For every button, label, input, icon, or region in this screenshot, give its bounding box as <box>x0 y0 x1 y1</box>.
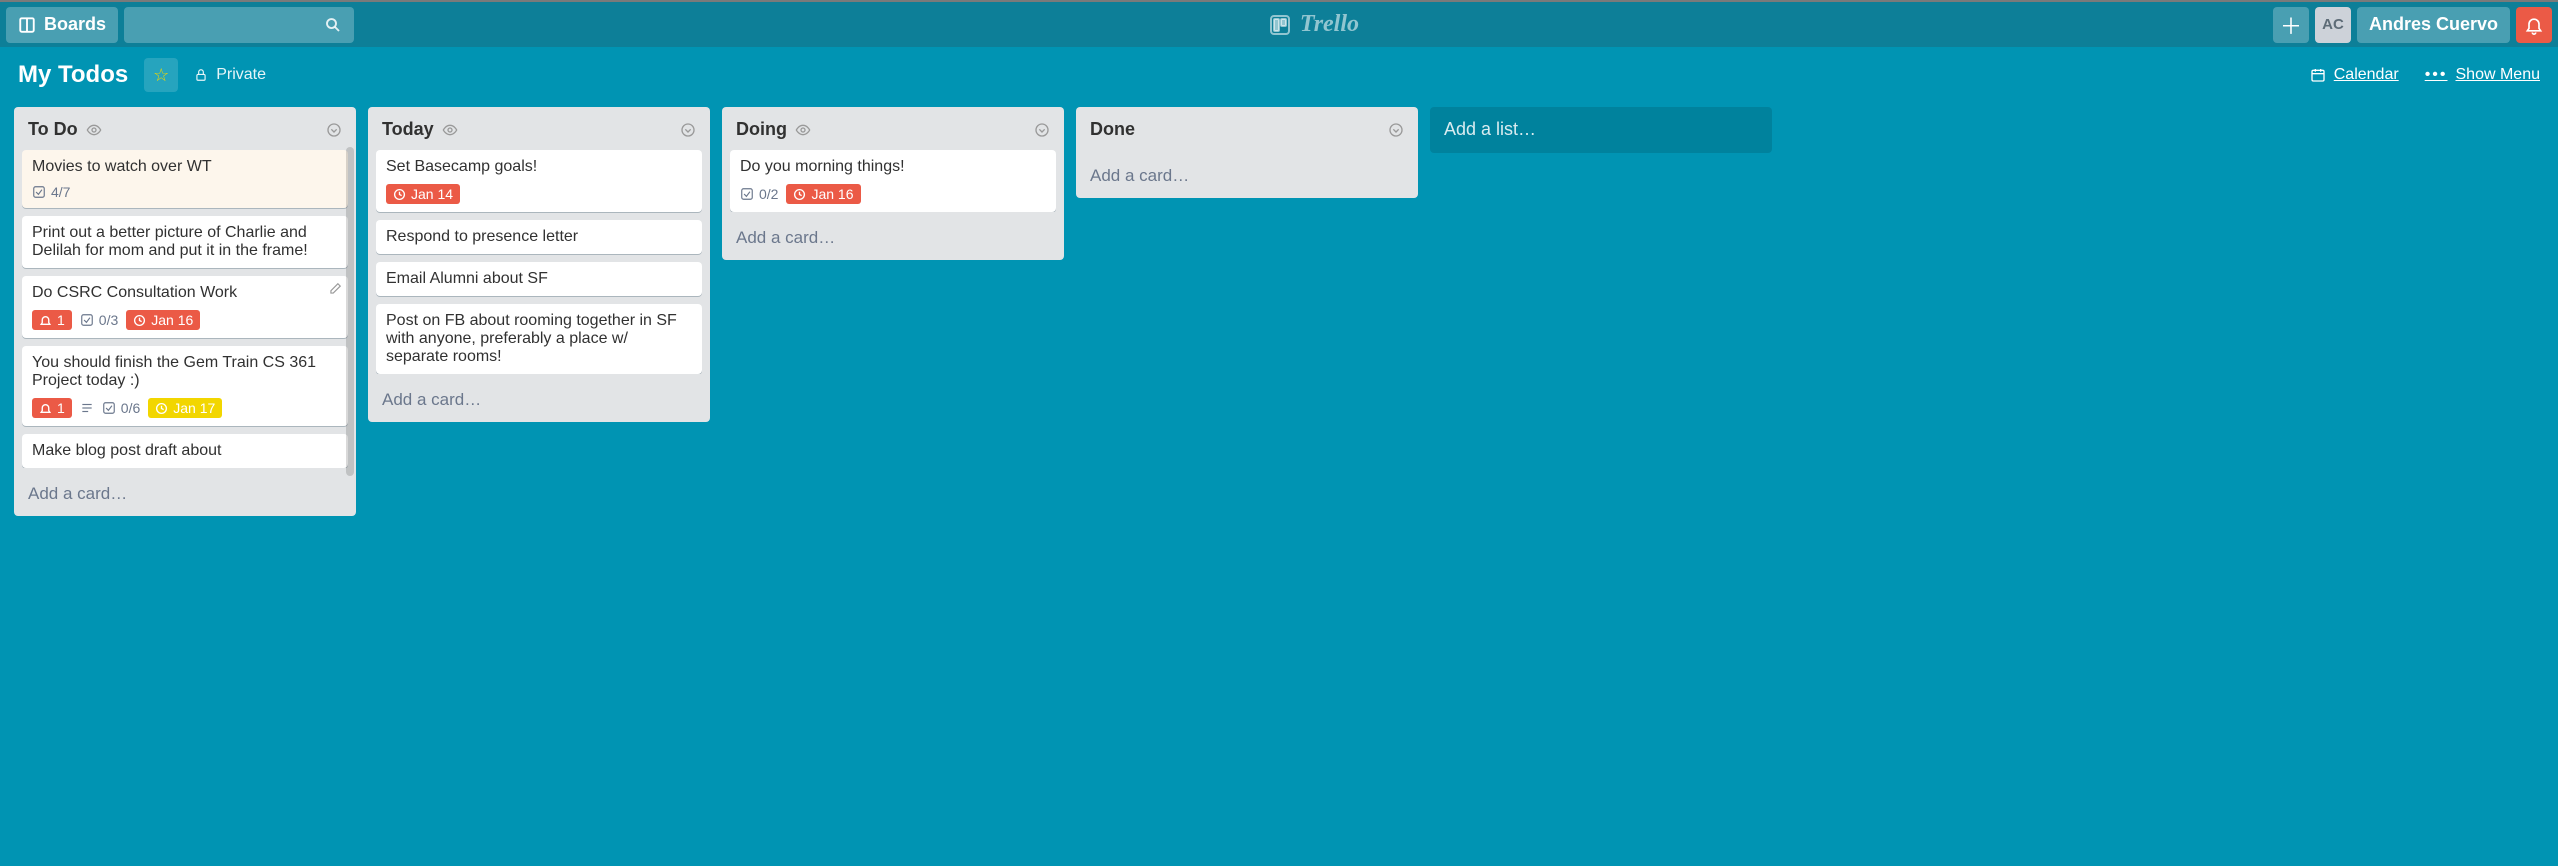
notification-badge: 1 <box>32 310 72 330</box>
cards-container: Movies to watch over WT 4/7 Print out a be… <box>22 150 348 468</box>
trello-logo[interactable]: Trello <box>360 11 2267 38</box>
trello-logo-text: Trello <box>1300 11 1359 38</box>
list-menu-icon[interactable] <box>1034 122 1050 138</box>
card-title: Set Basecamp goals! <box>386 158 692 176</box>
search-input[interactable] <box>124 7 354 43</box>
card-title: Do you morning things! <box>740 158 1046 176</box>
list-title: Today <box>382 119 434 140</box>
card[interactable]: Do CSRC Consultation Work 1 0/3 Jan 16 <box>22 276 348 338</box>
board-canvas[interactable]: To Do Movies to watch over WT 4/7 Print out… <box>0 103 2558 866</box>
list-menu-icon[interactable] <box>326 122 342 138</box>
card[interactable]: Post on FB about rooming together in SF … <box>376 304 702 374</box>
boards-label: Boards <box>44 14 106 35</box>
cards-container: Set Basecamp goals! Jan 14 Respond to pres… <box>376 150 702 374</box>
list-header[interactable]: Done <box>1084 117 1410 142</box>
list-header[interactable]: Doing <box>730 117 1056 142</box>
card[interactable]: You should finish the Gem Train CS 361 P… <box>22 346 348 426</box>
list: Today Set Basecamp goals! Jan 14 Respond to… <box>368 107 710 422</box>
add-card-button[interactable]: Add a card… <box>730 220 1056 250</box>
card-badges: 0/2 Jan 16 <box>740 184 1046 204</box>
checklist-badge: 0/6 <box>102 400 140 416</box>
eye-icon <box>86 122 102 138</box>
lock-icon <box>194 68 208 82</box>
cards-container: Do you morning things! 0/2 Jan 16 <box>730 150 1056 212</box>
list-header[interactable]: To Do <box>22 117 348 142</box>
star-icon: ☆ <box>153 65 169 86</box>
avatar[interactable]: AC <box>2315 7 2351 43</box>
list-menu-icon[interactable] <box>1388 122 1404 138</box>
global-header: Boards Trello ＋ AC Andres Cuervo <box>0 0 2558 47</box>
card[interactable]: Set Basecamp goals! Jan 14 <box>376 150 702 212</box>
notifications-button[interactable] <box>2516 7 2552 43</box>
ellipsis-icon: ••• <box>2425 66 2448 84</box>
due-date-badge: Jan 14 <box>386 184 460 204</box>
star-button[interactable]: ☆ <box>144 58 178 92</box>
header-right-group: ＋ AC Andres Cuervo <box>2273 7 2552 43</box>
card-title: Post on FB about rooming together in SF … <box>386 312 692 366</box>
add-card-button[interactable]: Add a card… <box>22 476 348 506</box>
list-title: Doing <box>736 119 787 140</box>
checklist-badge: 4/7 <box>32 184 70 200</box>
add-list-button[interactable]: Add a list… <box>1430 107 1772 153</box>
boards-icon <box>18 16 36 34</box>
board-title[interactable]: My Todos <box>18 61 128 89</box>
list: Done Add a card… <box>1076 107 1418 198</box>
add-card-button[interactable]: Add a card… <box>376 382 702 412</box>
show-menu-button[interactable]: ••• Show Menu <box>2425 66 2540 84</box>
eye-icon <box>795 122 811 138</box>
card-badges: 4/7 <box>32 184 338 200</box>
list-title: To Do <box>28 119 78 140</box>
avatar-initials: AC <box>2322 16 2344 33</box>
plus-icon: ＋ <box>2280 9 2302 41</box>
card[interactable]: Make blog post draft about <box>22 434 348 468</box>
notification-badge: 1 <box>32 398 72 418</box>
visibility-label: Private <box>216 66 266 84</box>
card-title: Respond to presence letter <box>386 228 692 246</box>
due-date-badge: Jan 16 <box>786 184 860 204</box>
board-header-right: Calendar ••• Show Menu <box>2310 66 2540 84</box>
description-icon <box>80 401 94 415</box>
card[interactable]: Print out a better picture of Charlie an… <box>22 216 348 268</box>
card-title: Make blog post draft about <box>32 442 338 460</box>
card[interactable]: Respond to presence letter <box>376 220 702 254</box>
card-badges: Jan 14 <box>386 184 692 204</box>
card-title: Email Alumni about SF <box>386 270 692 288</box>
visibility-button[interactable]: Private <box>194 66 266 84</box>
search-icon <box>324 16 342 34</box>
checklist-badge: 0/3 <box>80 312 118 328</box>
card[interactable]: Movies to watch over WT 4/7 <box>22 150 348 208</box>
card-title: Print out a better picture of Charlie an… <box>32 224 338 260</box>
due-date-badge: Jan 17 <box>148 398 222 418</box>
card-title: You should finish the Gem Train CS 361 P… <box>32 354 338 390</box>
card-badges: 1 0/6 Jan 17 <box>32 398 338 418</box>
trello-logo-icon <box>1268 13 1292 37</box>
create-button[interactable]: ＋ <box>2273 7 2309 43</box>
bell-icon <box>2524 15 2544 35</box>
list: Doing Do you morning things! 0/2 Jan 16 Add … <box>722 107 1064 260</box>
card[interactable]: Do you morning things! 0/2 Jan 16 <box>730 150 1056 212</box>
eye-icon <box>442 122 458 138</box>
list: To Do Movies to watch over WT 4/7 Print out… <box>14 107 356 516</box>
pencil-icon[interactable] <box>328 282 342 296</box>
user-name-label: Andres Cuervo <box>2369 14 2498 35</box>
calendar-label: Calendar <box>2334 66 2399 84</box>
show-menu-label: Show Menu <box>2456 66 2541 84</box>
header-left-group: Boards <box>6 7 354 43</box>
list-title: Done <box>1090 119 1135 140</box>
card-title: Movies to watch over WT <box>32 158 338 176</box>
calendar-icon <box>2310 67 2326 83</box>
list-header[interactable]: Today <box>376 117 702 142</box>
card-badges: 1 0/3 Jan 16 <box>32 310 338 330</box>
card[interactable]: Email Alumni about SF <box>376 262 702 296</box>
board-header: My Todos ☆ Private Calendar ••• Show Men… <box>0 47 2558 103</box>
boards-button[interactable]: Boards <box>6 7 118 43</box>
list-menu-icon[interactable] <box>680 122 696 138</box>
scrollbar[interactable] <box>346 147 354 476</box>
add-card-button[interactable]: Add a card… <box>1084 158 1410 188</box>
card-title: Do CSRC Consultation Work <box>32 284 338 302</box>
due-date-badge: Jan 16 <box>126 310 200 330</box>
user-name-button[interactable]: Andres Cuervo <box>2357 7 2510 43</box>
calendar-button[interactable]: Calendar <box>2310 66 2399 84</box>
checklist-badge: 0/2 <box>740 186 778 202</box>
